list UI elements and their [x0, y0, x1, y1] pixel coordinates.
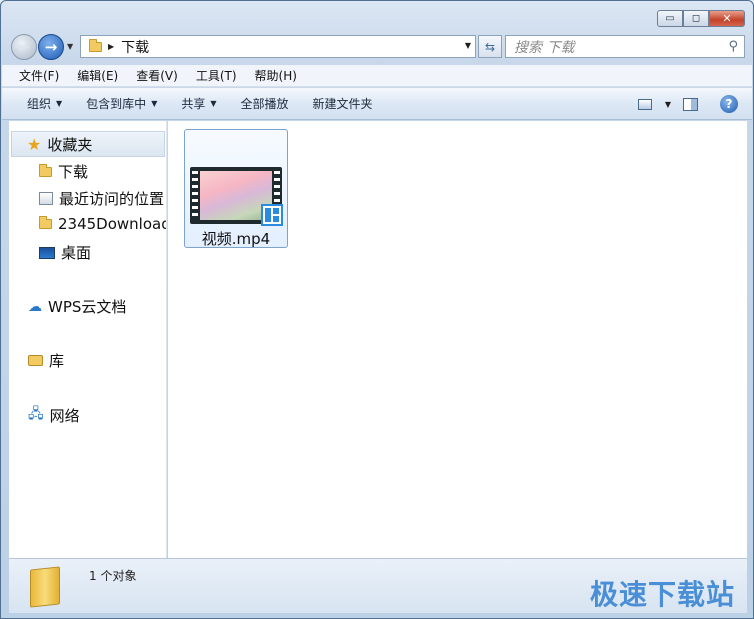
nav-network-label: 网络: [49, 406, 80, 425]
caption-buttons: ▭ ◻ ✕: [657, 10, 745, 27]
desktop-icon: [39, 246, 55, 259]
view-controls: ▼ ?: [637, 95, 738, 113]
nav-desktop-label: 桌面: [61, 244, 92, 262]
nav-recent-places[interactable]: 最近访问的位置: [39, 188, 164, 209]
menu-tools[interactable]: 工具(T): [187, 67, 246, 84]
nav-favorites[interactable]: ★ 收藏夹: [11, 131, 165, 157]
nav-wps-cloud[interactable]: ☁ WPS云文档: [28, 296, 126, 317]
navigation-pane: ★ 收藏夹 下载 最近访问的位置 2345Downloads 桌面 ☁ WPS云…: [9, 121, 167, 558]
nav-2345-label: 2345Downloads: [58, 215, 167, 233]
command-bar: 组织 ▼ 包含到库中 ▼ 共享 ▼ 全部播放 新建文件夹 ▼ ?: [2, 88, 752, 120]
navigation-bar: ← → ▼ ▶ 下载 ▼ ⇆ 搜索 下载 ⚲: [9, 34, 747, 60]
refresh-icon: ⇆: [484, 39, 496, 54]
recent-pages-dropdown[interactable]: ▼: [67, 42, 73, 51]
nav-libraries[interactable]: 库: [28, 350, 64, 371]
cloud-icon: ☁: [28, 298, 42, 315]
menu-help[interactable]: 帮助(H): [246, 67, 306, 84]
address-dropdown-icon[interactable]: ▼: [465, 41, 471, 50]
star-icon: ★: [27, 134, 42, 154]
nav-libraries-label: 库: [49, 352, 65, 370]
menu-edit[interactable]: 编辑(E): [68, 67, 127, 84]
downloads-folder-icon: [39, 163, 52, 177]
folder-large-icon: [30, 566, 60, 608]
organize-label: 组织: [27, 97, 52, 111]
file-item[interactable]: 视频.mp4: [184, 129, 288, 248]
chevron-down-icon: ▼: [210, 99, 217, 108]
menu-bar: 文件(F) 编辑(E) 查看(V) 工具(T) 帮助(H): [2, 65, 752, 87]
menu-view[interactable]: 查看(V): [127, 67, 187, 84]
include-library-button[interactable]: 包含到库中 ▼: [77, 95, 172, 112]
chevron-down-icon: ▼: [151, 99, 158, 108]
menu-file[interactable]: 文件(F): [10, 67, 68, 84]
search-placeholder: 搜索 下载: [514, 39, 575, 56]
film-sprocket: [192, 171, 198, 220]
share-button[interactable]: 共享 ▼: [172, 95, 231, 112]
refresh-button[interactable]: ⇆: [478, 35, 502, 58]
change-view-icon[interactable]: [637, 98, 652, 110]
view-options-dropdown[interactable]: ▼: [665, 100, 671, 109]
folder-icon: [39, 216, 52, 229]
new-folder-label: 新建文件夹: [312, 97, 373, 111]
organize-button[interactable]: 组织 ▼: [18, 95, 77, 112]
nav-downloads[interactable]: 下载: [39, 161, 88, 182]
preview-pane-icon[interactable]: [683, 97, 698, 111]
share-label: 共享: [181, 97, 206, 111]
arrow-left-icon: ←: [17, 38, 31, 56]
nav-2345downloads[interactable]: 2345Downloads: [39, 215, 167, 233]
file-name: 视频.mp4: [201, 230, 271, 248]
network-icon: 🖧: [28, 406, 44, 422]
nav-desktop[interactable]: 桌面: [39, 242, 91, 263]
play-all-label: 全部播放: [240, 97, 289, 111]
include-library-label: 包含到库中: [86, 97, 147, 111]
address-bar[interactable]: ▶ 下载 ▼: [80, 35, 476, 58]
media-player-badge-icon: [261, 204, 283, 226]
help-icon[interactable]: ?: [720, 95, 738, 113]
breadcrumb-chevron-icon[interactable]: ▶: [108, 42, 114, 51]
arrow-right-icon: →: [44, 38, 58, 56]
nav-downloads-label: 下载: [58, 163, 89, 181]
nav-network[interactable]: 🖧 网络: [28, 403, 80, 427]
minimize-button[interactable]: ▭: [657, 10, 683, 27]
breadcrumb-current[interactable]: 下载: [121, 37, 149, 57]
maximize-button[interactable]: ◻: [683, 10, 709, 27]
recent-places-icon: [39, 192, 53, 205]
folder-icon: [89, 38, 102, 52]
new-folder-button[interactable]: 新建文件夹: [304, 95, 388, 112]
search-icon[interactable]: ⚲: [728, 39, 738, 54]
watermark-logo: 极速下载站: [589, 578, 735, 611]
details-pane: 1 个对象 极速下载站: [9, 558, 747, 613]
forward-button[interactable]: →: [38, 34, 64, 60]
play-all-button[interactable]: 全部播放: [232, 95, 304, 112]
item-count: 1 个对象: [89, 569, 137, 583]
back-button[interactable]: ←: [11, 34, 37, 60]
library-icon: [28, 355, 43, 366]
chevron-down-icon: ▼: [56, 99, 63, 108]
search-input[interactable]: 搜索 下载 ⚲: [505, 35, 745, 58]
explorer-window: ▭ ◻ ✕ ← → ▼ ▶ 下载 ▼ ⇆ 搜索 下载 ⚲ 文件(F) 编辑(E)…: [0, 0, 754, 619]
nav-favorites-label: 收藏夹: [47, 135, 93, 154]
nav-wps-label: WPS云文档: [48, 298, 127, 316]
file-list: 视频.mp4: [168, 121, 747, 558]
nav-recent-label: 最近访问的位置: [59, 190, 165, 208]
close-button[interactable]: ✕: [709, 10, 745, 27]
